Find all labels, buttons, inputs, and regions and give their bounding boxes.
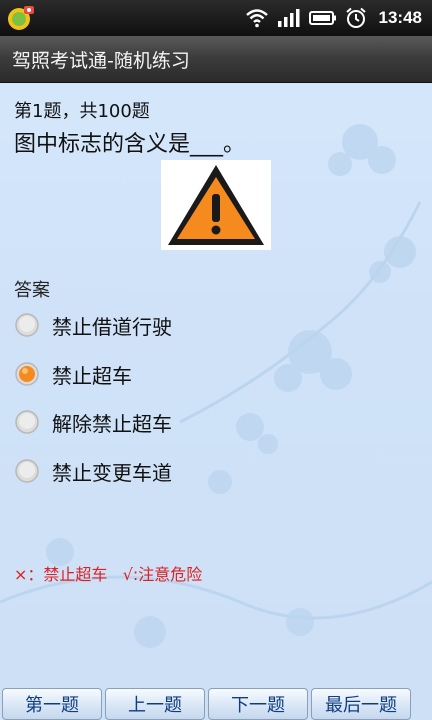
question-progress: 第1题，共100题 <box>14 101 150 122</box>
answer-option-label: 禁止借道行驶 <box>52 314 172 339</box>
battery-icon <box>308 11 336 25</box>
answer-section-label: 答案 <box>14 280 50 301</box>
answer-option-label: 解除禁止超车 <box>52 411 172 436</box>
answer-option-4[interactable]: 禁止变更车道 <box>10 449 310 493</box>
page-title: 驾照考试通-随机练习 <box>12 50 190 72</box>
answer-option-label: 禁止变更车道 <box>52 460 172 485</box>
radio-button-unselected[interactable] <box>10 454 44 488</box>
alarm-icon <box>345 7 366 28</box>
danger-warning-triangle-icon <box>168 165 264 245</box>
question-text: 图中标志的含义是___。 <box>14 132 246 157</box>
status-bar: 13:48 <box>0 0 432 36</box>
signal-icon <box>277 9 300 27</box>
bottom-navigation: 第一题 上一题 下一题 最后一题 <box>0 688 432 720</box>
radio-button-unselected[interactable] <box>10 405 44 439</box>
wrong-answer-text: ×：禁止超车 <box>14 565 108 584</box>
radio-button-unselected[interactable] <box>10 308 44 342</box>
first-question-button[interactable]: 第一题 <box>2 688 102 720</box>
next-question-button[interactable]: 下一题 <box>208 688 308 720</box>
radio-button-selected[interactable] <box>10 357 44 391</box>
title-bar: 驾照考试通-随机练习 <box>0 36 432 83</box>
previous-question-button[interactable]: 上一题 <box>105 688 205 720</box>
answer-option-1[interactable]: 禁止借道行驶 <box>10 303 310 347</box>
answer-result-text: ×：禁止超车 √:注意危险 <box>14 561 202 585</box>
wifi-icon <box>245 9 268 28</box>
correct-answer-text: √:注意危险 <box>122 565 203 584</box>
answer-option-3[interactable]: 解除禁止超车 <box>10 400 310 444</box>
answer-option-2[interactable]: 禁止超车 <box>10 352 310 396</box>
last-question-button[interactable]: 最后一题 <box>311 688 411 720</box>
warning-sign-image <box>161 160 271 250</box>
app-notification-icon <box>8 6 34 30</box>
status-time: 13:48 <box>378 8 422 27</box>
answer-option-label: 禁止超车 <box>52 363 132 388</box>
